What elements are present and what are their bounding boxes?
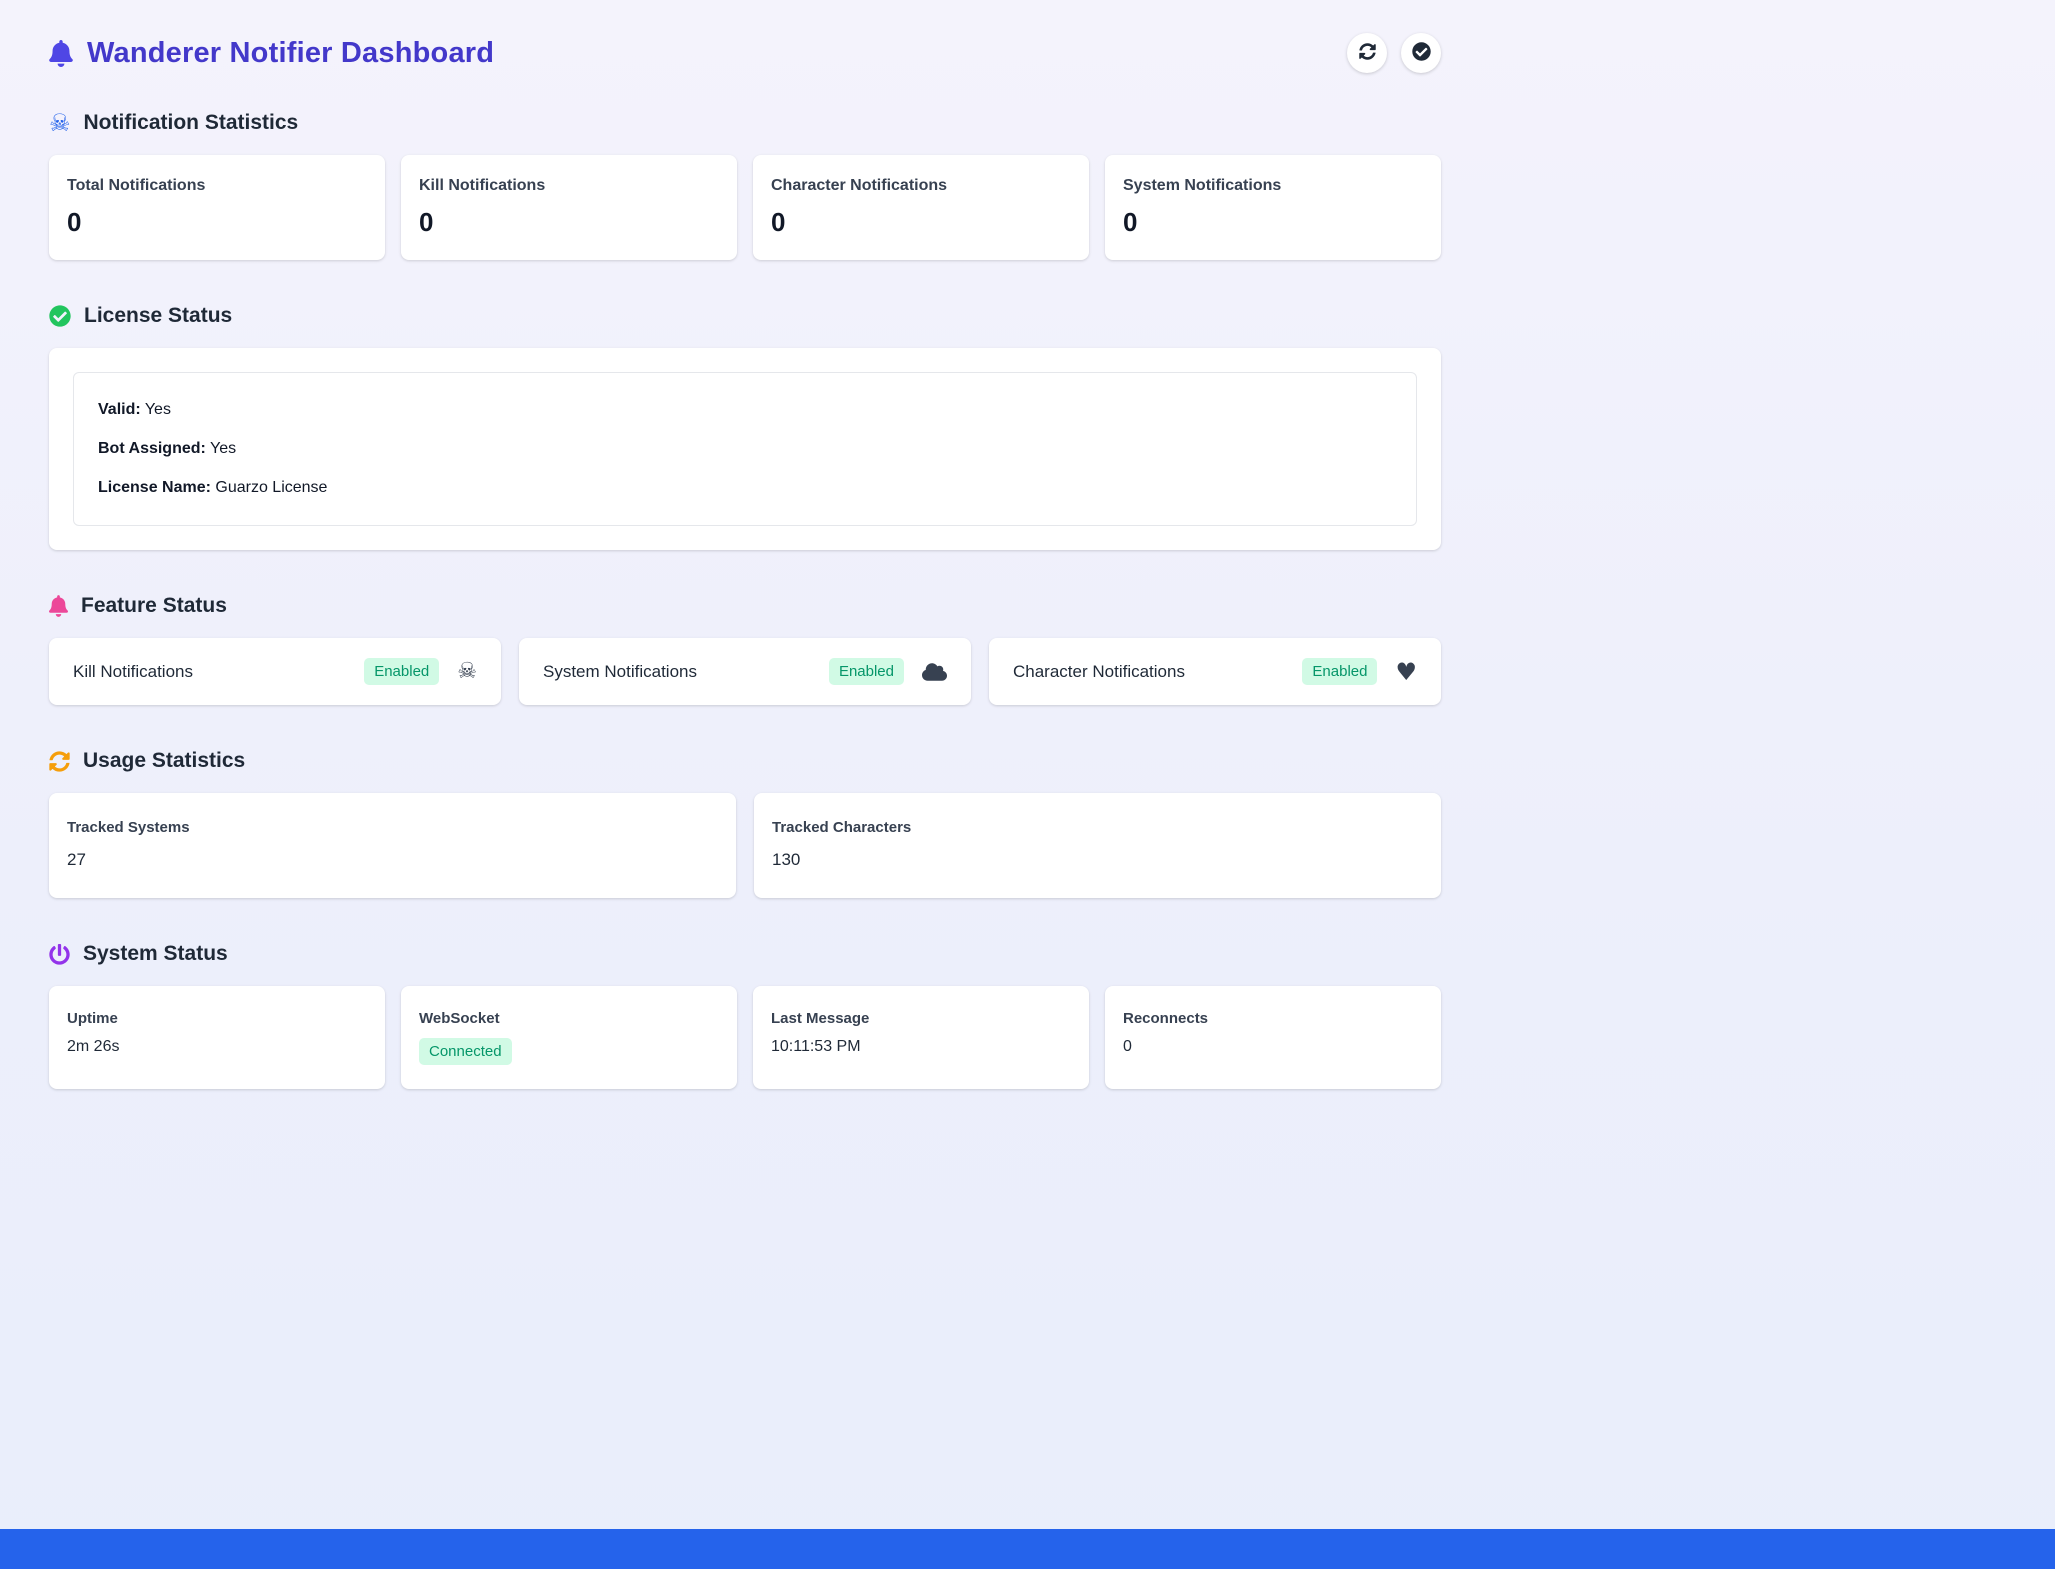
bell-pink-icon — [49, 595, 68, 617]
section-title-text: Usage Statistics — [83, 749, 245, 773]
usage-value: 130 — [772, 850, 1423, 870]
usage-card-tracked-characters: Tracked Characters 130 — [754, 793, 1441, 898]
sys-label: Uptime — [67, 1010, 367, 1027]
dashboard-container: Wanderer Notifier Dashboard ☠ Notificati… — [49, 0, 1441, 1089]
check-circle-icon — [1412, 42, 1431, 64]
feature-label: Character Notifications — [1013, 662, 1185, 682]
header: Wanderer Notifier Dashboard — [49, 33, 1441, 73]
system-card-websocket: WebSocket Connected — [401, 986, 737, 1089]
license-name-label: License Name: — [98, 479, 211, 496]
cloud-icon — [922, 662, 947, 682]
stat-label: System Notifications — [1123, 177, 1423, 195]
feature-status-grid: Kill Notifications Enabled ☠ System Noti… — [49, 638, 1441, 705]
section-title-text: License Status — [84, 304, 232, 328]
sync-amber-icon — [49, 751, 70, 772]
stat-card-character-notifications: Character Notifications 0 — [753, 155, 1089, 260]
license-details-box: Valid: Yes Bot Assigned: Yes License Nam… — [73, 372, 1417, 526]
license-bot-assigned-line: Bot Assigned: Yes — [98, 440, 1392, 458]
usage-label: Tracked Systems — [67, 819, 718, 836]
section-notification-statistics: ☠ Notification Statistics Total Notifica… — [49, 111, 1441, 260]
sys-label: Last Message — [771, 1010, 1071, 1027]
feature-card-right: Enabled — [829, 658, 947, 685]
notification-statistics-heading: ☠ Notification Statistics — [49, 111, 1441, 135]
feature-card-character-notifications: Character Notifications Enabled ♥ — [989, 638, 1441, 705]
license-status-heading: License Status — [49, 304, 1441, 328]
section-license-status: License Status Valid: Yes Bot Assigned: … — [49, 304, 1441, 550]
stat-label: Character Notifications — [771, 177, 1071, 195]
enabled-badge: Enabled — [364, 658, 439, 685]
usage-statistics-grid: Tracked Systems 27 Tracked Characters 13… — [49, 793, 1441, 898]
stat-card-kill-notifications: Kill Notifications 0 — [401, 155, 737, 260]
stat-value: 0 — [67, 207, 367, 238]
stat-value: 0 — [1123, 207, 1423, 238]
section-title-text: Notification Statistics — [84, 111, 299, 135]
sys-value: 2m 26s — [67, 1038, 367, 1056]
stat-label: Kill Notifications — [419, 177, 719, 195]
license-bot-assigned-label: Bot Assigned: — [98, 440, 206, 457]
refresh-icon — [1359, 43, 1376, 63]
header-actions — [1347, 33, 1441, 73]
skull-crossbones-icon: ☠ — [457, 661, 477, 683]
license-valid-label: Valid: — [98, 401, 141, 418]
license-valid-line: Valid: Yes — [98, 401, 1392, 419]
section-title-text: System Status — [83, 942, 228, 966]
system-status-grid: Uptime 2m 26s WebSocket Connected Last M… — [49, 986, 1441, 1089]
system-card-last-message: Last Message 10:11:53 PM — [753, 986, 1089, 1089]
sys-value: 0 — [1123, 1038, 1423, 1056]
license-valid-value: Yes — [145, 401, 171, 418]
enabled-badge: Enabled — [829, 658, 904, 685]
section-title-text: Feature Status — [81, 594, 227, 618]
stat-value: 0 — [419, 207, 719, 238]
feature-card-right: Enabled ♥ — [1302, 658, 1417, 685]
license-bot-assigned-value: Yes — [210, 440, 236, 457]
system-card-reconnects: Reconnects 0 — [1105, 986, 1441, 1089]
power-icon — [49, 944, 70, 965]
section-system-status: System Status Uptime 2m 26s WebSocket Co… — [49, 942, 1441, 1089]
usage-label: Tracked Characters — [772, 819, 1423, 836]
notification-stats-grid: Total Notifications 0 Kill Notifications… — [49, 155, 1441, 260]
system-card-uptime: Uptime 2m 26s — [49, 986, 385, 1089]
usage-value: 27 — [67, 850, 718, 870]
stat-card-total-notifications: Total Notifications 0 — [49, 155, 385, 260]
system-status-heading: System Status — [49, 942, 1441, 966]
enabled-badge: Enabled — [1302, 658, 1377, 685]
feature-card-right: Enabled ☠ — [364, 658, 477, 685]
footer-bar — [0, 1529, 2055, 1569]
license-name-value: Guarzo License — [215, 479, 327, 496]
usage-card-tracked-systems: Tracked Systems 27 — [49, 793, 736, 898]
feature-label: System Notifications — [543, 662, 697, 682]
heart-icon: ♥ — [1395, 660, 1417, 684]
page-title: Wanderer Notifier Dashboard — [87, 37, 494, 70]
license-status-card: Valid: Yes Bot Assigned: Yes License Nam… — [49, 348, 1441, 550]
stat-value: 0 — [771, 207, 1071, 238]
feature-card-kill-notifications: Kill Notifications Enabled ☠ — [49, 638, 501, 705]
sys-label: WebSocket — [419, 1010, 719, 1027]
sys-label: Reconnects — [1123, 1010, 1423, 1027]
stat-card-system-notifications: System Notifications 0 — [1105, 155, 1441, 260]
connected-badge: Connected — [419, 1038, 512, 1065]
usage-statistics-heading: Usage Statistics — [49, 749, 1441, 773]
check-circle-green-icon — [49, 305, 71, 327]
stat-label: Total Notifications — [67, 177, 367, 195]
feature-label: Kill Notifications — [73, 662, 193, 682]
license-name-line: License Name: Guarzo License — [98, 479, 1392, 497]
status-check-button[interactable] — [1401, 33, 1441, 73]
section-feature-status: Feature Status Kill Notifications Enable… — [49, 594, 1441, 705]
section-usage-statistics: Usage Statistics Tracked Systems 27 Trac… — [49, 749, 1441, 898]
header-title-group: Wanderer Notifier Dashboard — [49, 37, 494, 70]
feature-card-system-notifications: System Notifications Enabled — [519, 638, 971, 705]
sys-value: 10:11:53 PM — [771, 1038, 1071, 1056]
skull-crossbones-icon: ☠ — [49, 111, 71, 135]
bell-icon — [49, 40, 73, 67]
refresh-button[interactable] — [1347, 33, 1387, 73]
feature-status-heading: Feature Status — [49, 594, 1441, 618]
